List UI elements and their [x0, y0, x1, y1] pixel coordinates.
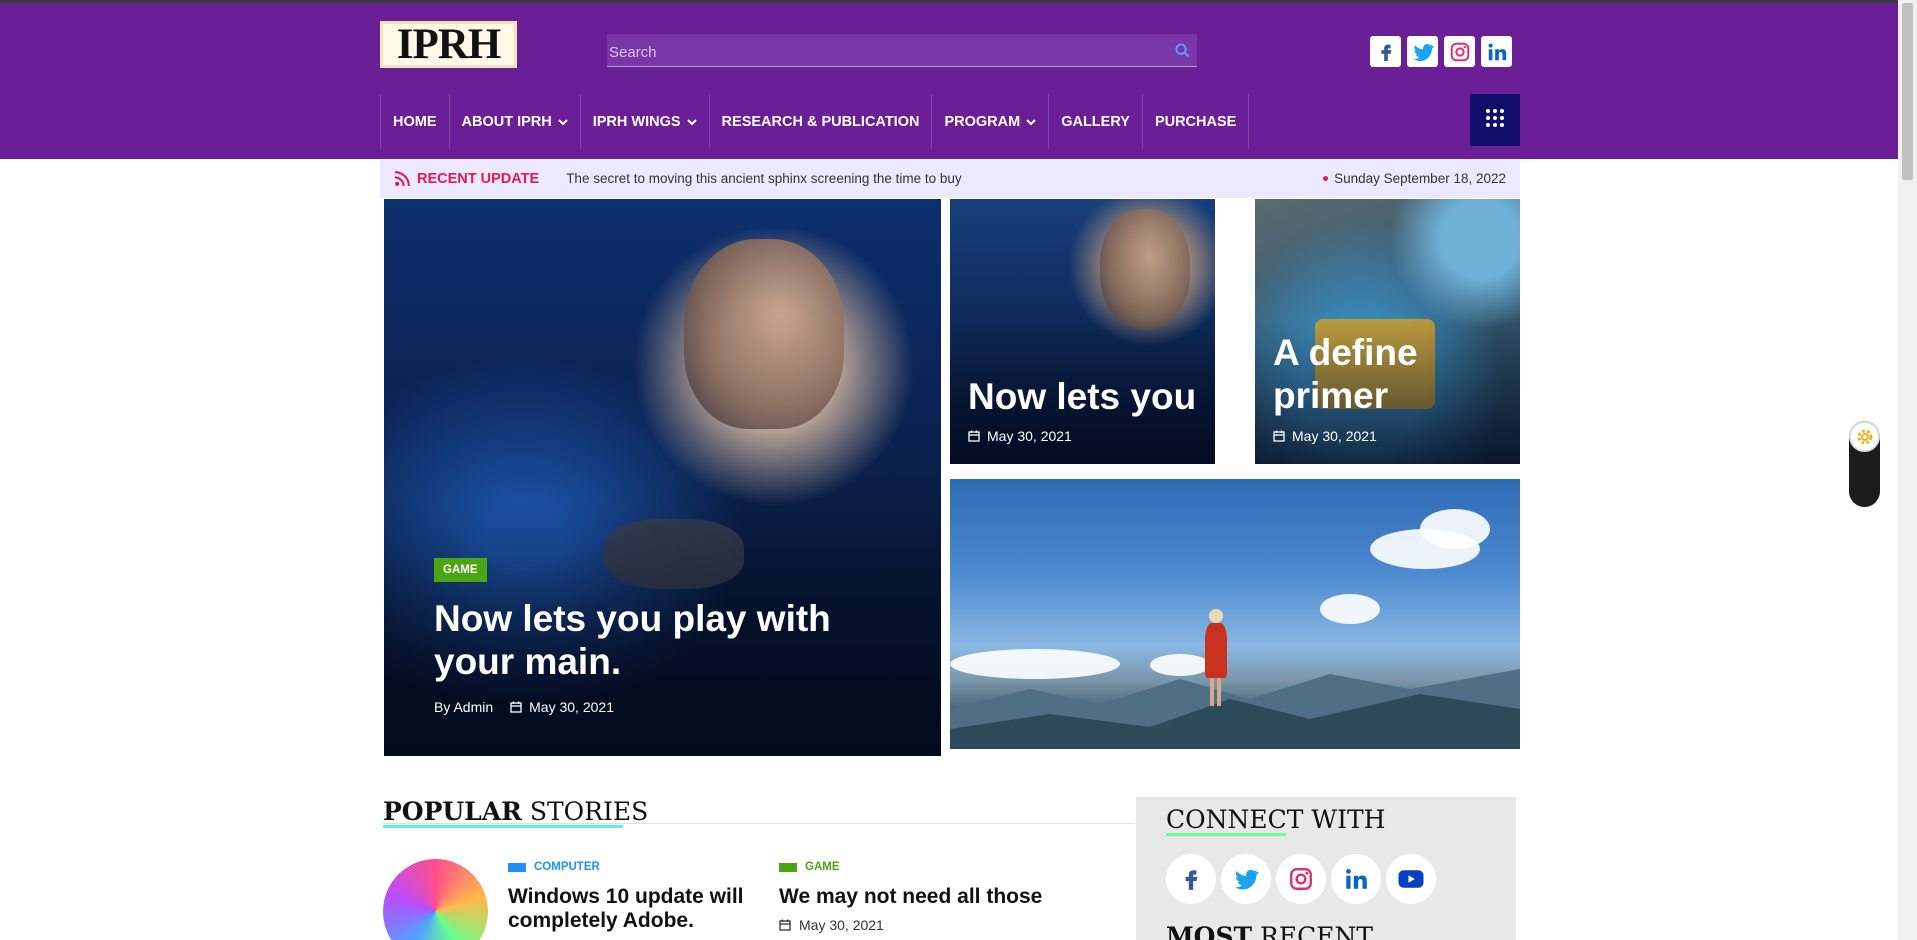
search-bar [607, 34, 1197, 67]
nav-item-home[interactable]: HOME [381, 94, 450, 149]
rss-icon [394, 170, 411, 187]
twitter-icon[interactable] [1407, 36, 1438, 67]
cloud-shape [1420, 509, 1490, 549]
featured-card-3[interactable]: A define primer May 30, 2021 [1255, 199, 1520, 464]
most-recent-heading: MOST RECENT [1166, 922, 1374, 940]
featured-main-title[interactable]: Now lets you play with your main. [434, 598, 854, 683]
popular-stories-heading: POPULAR STORIES [383, 797, 649, 828]
calendar-icon [968, 430, 980, 442]
ticker-date: Sunday September 18, 2022 [1323, 171, 1506, 186]
scrollbar-thumb[interactable] [1902, 3, 1913, 180]
gear-icon[interactable] [1849, 421, 1880, 452]
chevron-down-icon [1026, 118, 1036, 126]
grid-dots-icon [1485, 108, 1505, 133]
story-thumbnail[interactable] [383, 859, 488, 940]
instagram-icon[interactable] [1276, 854, 1326, 904]
divider [383, 823, 1135, 824]
grid-menu-button[interactable] [1470, 94, 1520, 146]
nav-item-wings[interactable]: IPRH WINGS [581, 94, 710, 149]
mountains-shape [950, 669, 1520, 749]
logo-text: IPRH [396, 21, 501, 68]
story-2-title[interactable]: We may not need all those [779, 885, 1109, 909]
woman-figure [1200, 609, 1230, 709]
featured-main-card[interactable]: GAME Now lets you play with your main. B… [384, 199, 941, 756]
sidebar-connect: CONNECT WITH MOST RECENT [1136, 797, 1516, 940]
connect-heading: CONNECT WITH [1166, 805, 1386, 834]
category-badge[interactable]: GAME [434, 558, 487, 582]
story-1-category[interactable]: COMPUTER [508, 861, 600, 873]
linkedin-icon[interactable] [1331, 854, 1381, 904]
header-social-links [1370, 36, 1512, 67]
ticker-headline[interactable]: The secret to moving this ancient sphinx… [566, 171, 961, 186]
facebook-icon[interactable] [1370, 36, 1401, 67]
featured-main-meta: By Admin May 30, 2021 [434, 699, 614, 715]
twitter-icon[interactable] [1221, 854, 1271, 904]
featured-card-4[interactable] [950, 479, 1520, 749]
calendar-icon [510, 701, 522, 713]
chevron-down-icon [686, 118, 697, 126]
category-marker [779, 862, 797, 872]
calendar-icon [1273, 430, 1285, 442]
youtube-icon[interactable] [1386, 854, 1436, 904]
site-header: IPRH HOME ABOUT IPRH IPRH WINGS RESEARCH… [0, 0, 1898, 159]
cloud-shape [1320, 594, 1380, 624]
page-scrollbar[interactable] [1898, 0, 1917, 940]
linkedin-icon[interactable] [1481, 36, 1512, 67]
ticker-label: RECENT UPDATE [394, 170, 539, 187]
category-marker [508, 862, 526, 872]
story-2-category[interactable]: GAME [779, 861, 840, 873]
card-3-title[interactable]: A define primer [1273, 332, 1473, 417]
heading-underline [1166, 833, 1286, 836]
search-icon[interactable] [1167, 35, 1197, 65]
card-2-meta: May 30, 2021 [968, 428, 1072, 444]
heading-underline [383, 825, 623, 828]
calendar-icon [779, 919, 791, 931]
recent-update-ticker: RECENT UPDATE The secret to moving this … [380, 159, 1520, 198]
main-nav: HOME ABOUT IPRH IPRH WINGS RESEARCH & PU… [380, 94, 1250, 149]
person-figure [684, 239, 844, 429]
story-1-title[interactable]: Windows 10 update will completely Adobe. [508, 885, 748, 933]
date-dot [1323, 176, 1329, 181]
nav-item-purchase[interactable]: PURCHASE [1143, 94, 1250, 149]
nav-item-research[interactable]: RESEARCH & PUBLICATION [710, 94, 933, 149]
person-figure [1100, 209, 1190, 329]
search-input[interactable] [609, 39, 1167, 61]
card-2-title[interactable]: Now lets you [968, 376, 1196, 419]
sidebar-social-links [1166, 854, 1436, 904]
site-logo[interactable]: IPRH [380, 21, 517, 68]
instagram-icon[interactable] [1444, 36, 1475, 67]
card-3-meta: May 30, 2021 [1273, 428, 1377, 444]
chevron-down-icon [558, 118, 568, 126]
nav-item-program[interactable]: PROGRAM [932, 94, 1050, 149]
featured-card-2[interactable]: Now lets you May 30, 2021 [950, 199, 1215, 464]
story-2-meta: May 30, 2021 [779, 917, 884, 933]
nav-item-about[interactable]: ABOUT IPRH [450, 94, 581, 149]
facebook-icon[interactable] [1166, 854, 1216, 904]
nav-item-gallery[interactable]: GALLERY [1049, 94, 1143, 149]
